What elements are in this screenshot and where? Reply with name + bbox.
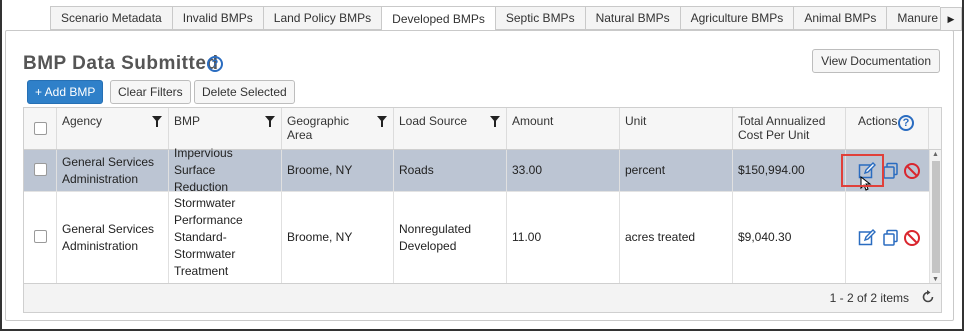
triangle-right-icon: ▶ [947, 13, 955, 24]
tab-developed-bmps[interactable]: Developed BMPs [381, 6, 495, 31]
delete-selected-button[interactable]: Delete Selected [194, 80, 295, 104]
tab-invalid-bmps[interactable]: Invalid BMPs [171, 6, 263, 30]
header-actions: Actions ? [846, 108, 929, 149]
cell-geographic-area: Broome, NY [282, 150, 394, 191]
tab-animal-bmps[interactable]: Animal BMPs [793, 6, 887, 30]
header-amount[interactable]: Amount [507, 108, 620, 149]
help-icon[interactable]: ? [898, 115, 914, 131]
header-bmp[interactable]: BMP [169, 108, 282, 149]
cell-cost: $9,040.30 [733, 192, 846, 283]
filter-icon[interactable] [152, 116, 162, 127]
header-agency[interactable]: Agency [57, 108, 169, 149]
cell-bmp: Impervious Surface Reduction [169, 146, 282, 194]
refresh-icon[interactable] [921, 290, 935, 304]
table-row[interactable]: General Services Administration Stormwat… [24, 192, 929, 284]
cell-load-source: Roads [394, 150, 507, 191]
tab-land-policy-bmps[interactable]: Land Policy BMPs [262, 6, 382, 30]
filter-icon[interactable] [265, 116, 275, 127]
scroll-down-icon[interactable]: ▼ [932, 276, 939, 283]
scrollbar-thumb[interactable] [932, 161, 940, 273]
tab-scenario-metadata[interactable]: Scenario Metadata [50, 6, 172, 30]
grid-header: Agency BMP Geographic Area Load Source A… [24, 108, 941, 150]
grid-scrollbar[interactable]: ▲ ▼ [929, 150, 941, 284]
cell-amount: 33.00 [507, 150, 620, 191]
row-checkbox[interactable] [34, 163, 47, 176]
cell-amount: 11.00 [507, 192, 620, 283]
edit-icon[interactable] [858, 229, 876, 247]
tab-natural-bmps[interactable]: Natural BMPs [584, 6, 680, 30]
cell-agency: General Services Administration [57, 192, 169, 283]
cell-actions [846, 192, 929, 283]
delete-icon[interactable] [903, 162, 921, 180]
select-all-checkbox[interactable] [34, 122, 47, 135]
pager-info: 1 - 2 of 2 items [829, 291, 909, 305]
highlight-box [841, 154, 884, 187]
cell-unit: percent [620, 150, 733, 191]
clear-filters-button[interactable]: Clear Filters [110, 80, 191, 104]
tab-septic-bmps[interactable]: Septic BMPs [494, 6, 585, 30]
page-title: BMP Data Submitted [23, 53, 219, 74]
cell-bmp: Stormwater Performance Standard- Stormwa… [169, 192, 282, 283]
grid-pager: 1 - 2 of 2 items [24, 283, 941, 312]
copy-icon[interactable] [882, 162, 900, 180]
view-documentation-button[interactable]: View Documentation [812, 49, 940, 73]
cell-agency: General Services Administration [57, 150, 169, 191]
header-total-annualized-cost[interactable]: Total Annualized Cost Per Unit [733, 108, 846, 149]
cell-actions [841, 150, 929, 191]
tab-agriculture-bmps[interactable]: Agriculture BMPs [679, 6, 794, 30]
delete-icon[interactable] [903, 229, 921, 247]
header-unit[interactable]: Unit [620, 108, 733, 149]
bmp-panel: BMP Data Submitted ? View Documentation … [5, 30, 954, 321]
scroll-up-icon[interactable]: ▲ [932, 151, 939, 158]
add-bmp-button[interactable]: + Add BMP [27, 80, 104, 104]
header-load-source[interactable]: Load Source [394, 108, 507, 149]
filter-icon[interactable] [377, 116, 387, 127]
cell-geographic-area: Broome, NY [282, 192, 394, 283]
bmp-tab-bar: Scenario Metadata Invalid BMPs Land Poli… [50, 6, 962, 31]
bmp-grid: Agency BMP Geographic Area Load Source A… [23, 107, 942, 313]
copy-icon[interactable] [882, 229, 900, 247]
tab-manure-treatment-bmps[interactable]: Manure Treatment BM [886, 6, 940, 30]
cell-unit: acres treated [620, 192, 733, 283]
cell-load-source: Nonregulated Developed [394, 192, 507, 283]
filter-icon[interactable] [490, 116, 500, 127]
tab-scroll-right-button[interactable]: ▶ [940, 7, 962, 31]
row-checkbox[interactable] [34, 230, 47, 243]
cell-cost: $150,994.00 [733, 150, 846, 191]
table-row[interactable]: General Services Administration Impervio… [24, 146, 929, 194]
header-geographic-area[interactable]: Geographic Area [282, 108, 394, 149]
help-icon[interactable]: ? [207, 56, 223, 72]
